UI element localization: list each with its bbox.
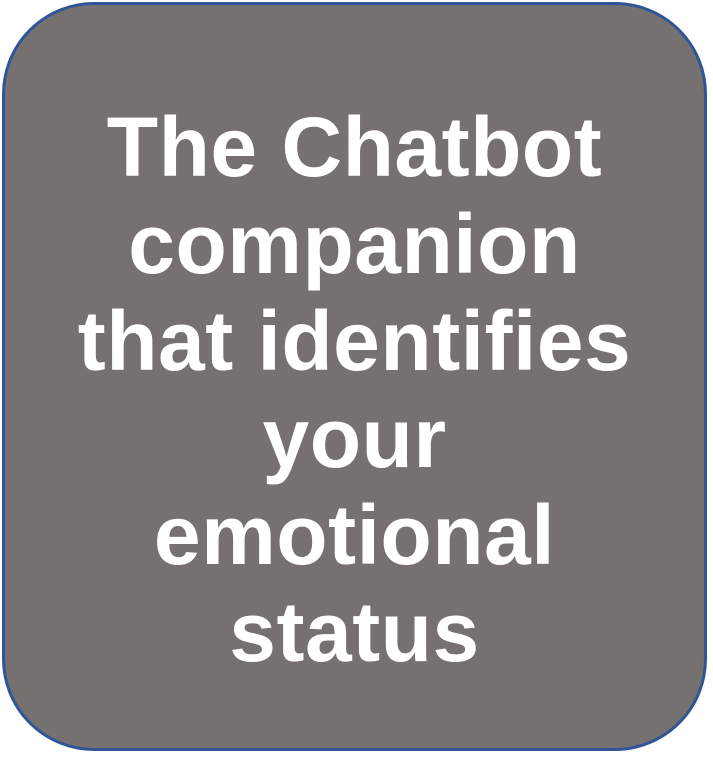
card-text-line: companion <box>128 197 581 291</box>
card-text: The Chatbot companion that identifies yo… <box>5 99 704 681</box>
chatbot-companion-card: The Chatbot companion that identifies yo… <box>2 2 707 751</box>
card-text-line: emotional <box>153 488 556 582</box>
card-text-line: that identifies <box>77 294 632 388</box>
card-text-line: The Chatbot <box>106 100 603 194</box>
card-text-line: status <box>229 585 480 679</box>
card-text-line: your <box>262 391 447 485</box>
